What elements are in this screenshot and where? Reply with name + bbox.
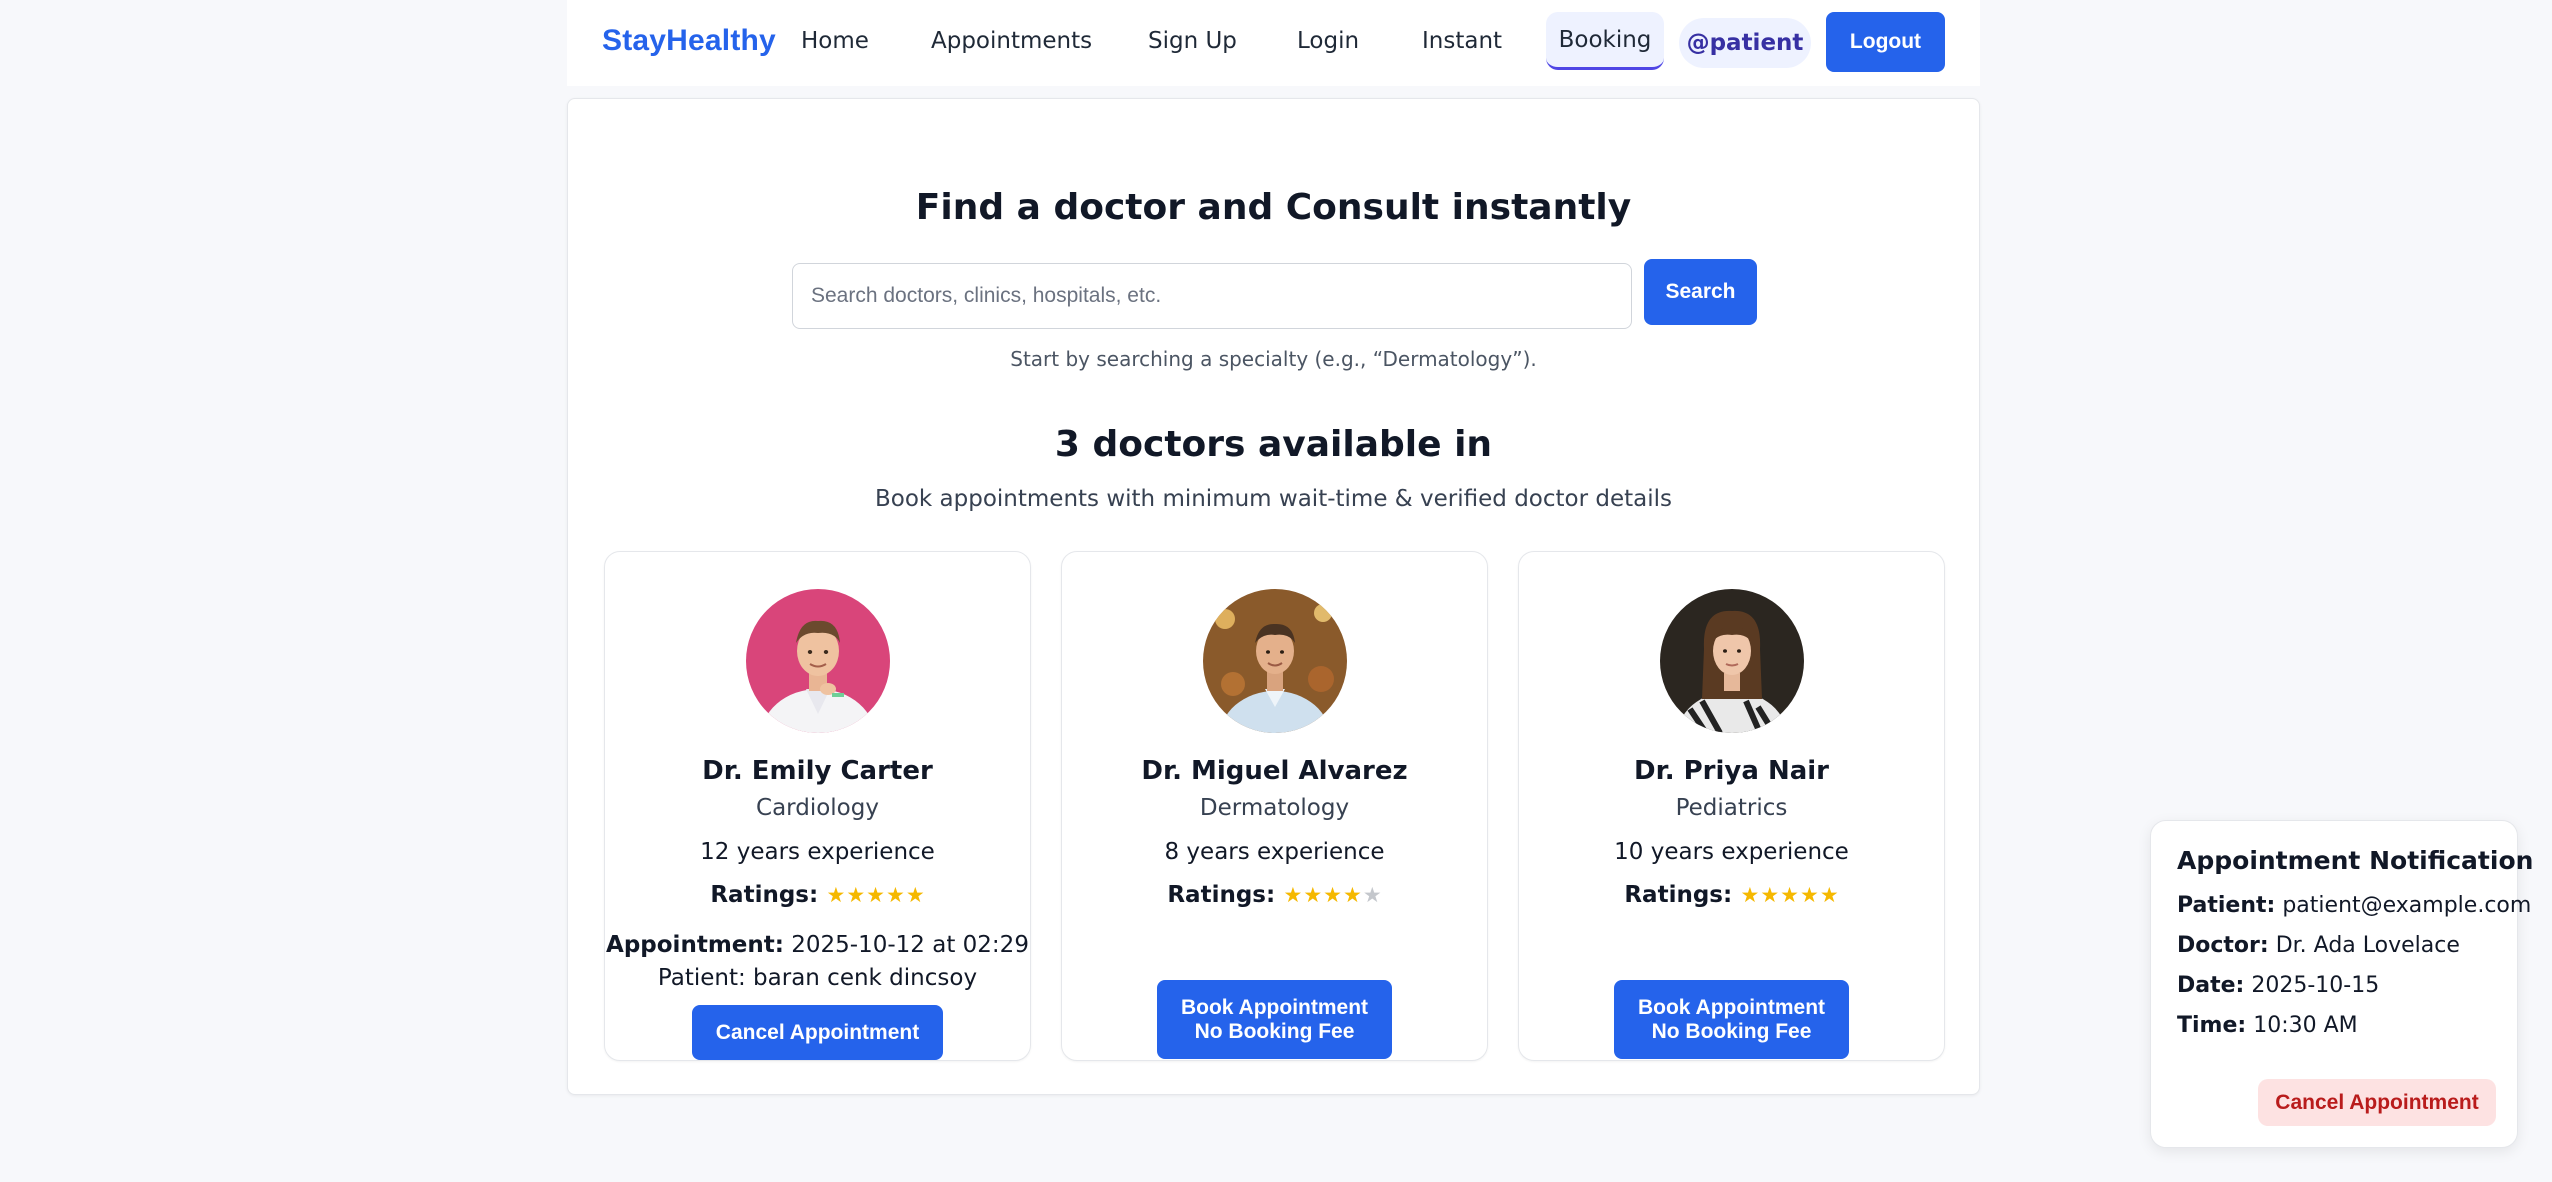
doctor-avatar — [1660, 589, 1804, 733]
brand-logo[interactable]: StayHealthy — [602, 24, 776, 58]
page-title: Find a doctor and Consult instantly — [915, 187, 1632, 228]
book-appointment-button[interactable]: Book Appointment No Booking Fee — [1157, 980, 1392, 1059]
doctor-avatar — [746, 589, 890, 733]
ratings-label: Ratings: — [710, 882, 819, 908]
appointment-info: Appointment: 2025-10-12 at 02:29 — [605, 932, 1030, 958]
doctor-card: Dr. Priya Nair Pediatrics 10 years exper… — [1518, 551, 1945, 1061]
search-button[interactable]: Search — [1644, 259, 1757, 325]
star-icon: ★ — [826, 883, 846, 907]
ratings-label: Ratings: — [1167, 882, 1276, 908]
book-button-line2: No Booking Fee — [1651, 1019, 1812, 1043]
book-appointment-button[interactable]: Book Appointment No Booking Fee — [1614, 980, 1849, 1059]
star-icon: ★ — [1819, 883, 1839, 907]
rating-stars: ★★★★★ — [1283, 882, 1382, 908]
top-navbar: StayHealthy Home Appointments Sign Up Lo… — [567, 0, 1980, 86]
book-button-line1: Book Appointment — [1637, 995, 1826, 1019]
doctor-label: Doctor: — [2177, 933, 2269, 958]
doctor-name: Dr. Priya Nair — [1634, 756, 1829, 786]
notification-doctor: Doctor: Dr. Ada Lovelace — [2177, 933, 2460, 958]
doctor-card: Dr. Emily Carter Cardiology 12 years exp… — [604, 551, 1031, 1061]
doctor-name: Dr. Miguel Alvarez — [1141, 756, 1408, 786]
star-icon: ★ — [846, 883, 866, 907]
doctor-rating: Ratings: ★★★★★ — [1519, 882, 1944, 908]
time-label: Time: — [2177, 1013, 2247, 1038]
patient-value: patient@example.com — [2282, 893, 2532, 918]
star-icon: ★ — [1283, 883, 1303, 907]
notification-date: Date: 2025-10-15 — [2177, 973, 2379, 998]
ratings-label: Ratings: — [1624, 882, 1733, 908]
star-icon: ★ — [905, 883, 925, 907]
doctor-experience: 8 years experience — [1164, 839, 1385, 865]
appointment-label: Appointment: — [606, 932, 784, 958]
search-input[interactable] — [792, 263, 1632, 329]
star-icon: ★ — [866, 883, 885, 907]
notification-title: Appointment Notification — [2177, 846, 2534, 875]
nav-login[interactable]: Login — [1297, 28, 1359, 54]
book-button-line1: Book Appointment — [1180, 995, 1369, 1019]
time-value: 10:30 AM — [2253, 1013, 2358, 1038]
star-icon: ★ — [1799, 883, 1819, 907]
date-value: 2025-10-15 — [2251, 973, 2380, 998]
star-icon: ★ — [1342, 883, 1362, 907]
rating-stars: ★★★★★ — [826, 882, 925, 908]
star-icon: ★ — [1362, 883, 1382, 907]
star-icon: ★ — [1780, 883, 1799, 907]
doctor-experience: 10 years experience — [1614, 839, 1849, 865]
rating-stars: ★★★★★ — [1740, 882, 1839, 908]
main-panel: Find a doctor and Consult instantly Sear… — [567, 98, 1980, 1095]
star-icon: ★ — [1323, 883, 1342, 907]
nav-instant[interactable]: Instant — [1422, 28, 1502, 54]
doctor-avatar — [1203, 589, 1347, 733]
user-badge[interactable]: @patient — [1679, 18, 1811, 68]
star-icon: ★ — [1760, 883, 1780, 907]
results-subtitle: Book appointments with minimum wait-time… — [874, 486, 1672, 512]
doctor-card: Dr. Miguel Alvarez Dermatology 8 years e… — [1061, 551, 1488, 1061]
star-icon: ★ — [885, 883, 905, 907]
patient-label: Patient: — [2177, 893, 2276, 918]
star-icon: ★ — [1740, 883, 1760, 907]
book-button-line2: No Booking Fee — [1194, 1019, 1355, 1043]
nav-home[interactable]: Home — [801, 28, 869, 54]
star-icon: ★ — [1303, 883, 1323, 907]
nav-sign-up[interactable]: Sign Up — [1148, 28, 1237, 54]
notification-time: Time: 10:30 AM — [2177, 1013, 2358, 1038]
appointment-notification: Appointment Notification Patient: patien… — [2150, 820, 2533, 1148]
logout-button[interactable]: Logout — [1826, 12, 1945, 72]
appointment-patient: Patient: baran cenk dincsoy — [657, 965, 978, 991]
notification-patient: Patient: patient@example.com — [2177, 893, 2531, 918]
nav-appointments[interactable]: Appointments — [931, 28, 1092, 54]
doctor-specialty: Cardiology — [756, 795, 879, 821]
nav-booking[interactable]: Booking — [1546, 12, 1664, 70]
notification-cancel-button[interactable]: Cancel Appointment — [2258, 1079, 2496, 1126]
doctor-name: Dr. Emily Carter — [702, 756, 933, 786]
results-title: 3 doctors available in — [1054, 424, 1493, 465]
date-label: Date: — [2177, 973, 2245, 998]
appointment-value: 2025-10-12 at 02:29 — [791, 932, 1029, 958]
search-hint: Start by searching a specialty (e.g., “D… — [1010, 347, 1537, 371]
doctor-value: Dr. Ada Lovelace — [2275, 933, 2460, 958]
doctor-specialty: Pediatrics — [1675, 795, 1788, 821]
doctor-experience: 12 years experience — [700, 839, 935, 865]
doctor-rating: Ratings: ★★★★★ — [605, 882, 1030, 908]
cancel-appointment-button[interactable]: Cancel Appointment — [692, 1005, 943, 1060]
doctor-specialty: Dermatology — [1199, 795, 1350, 821]
doctor-rating: Ratings: ★★★★★ — [1062, 882, 1487, 908]
